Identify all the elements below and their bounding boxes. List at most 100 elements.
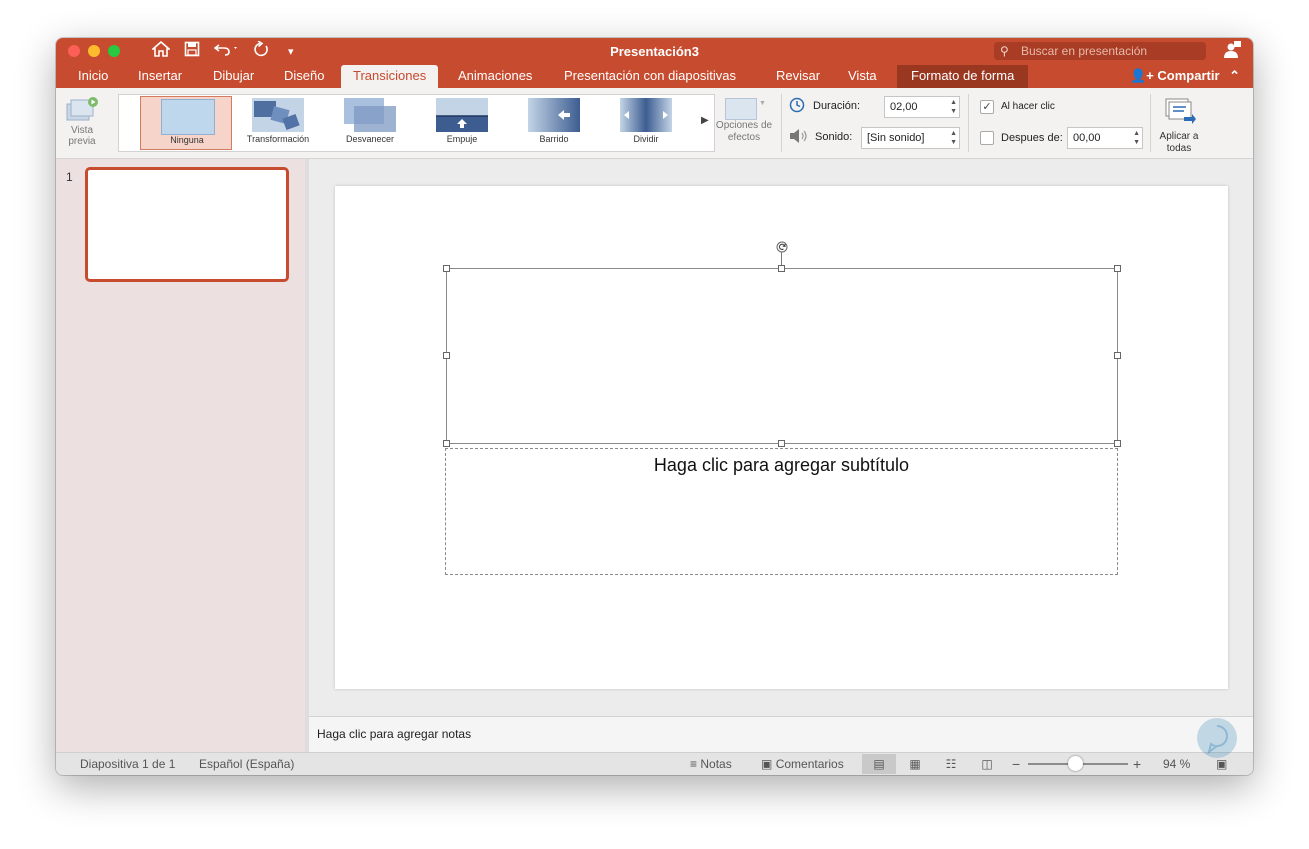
transition-thumb xyxy=(161,99,215,135)
status-bar: Diapositiva 1 de 1 Español (España) ≡ No… xyxy=(56,752,1253,775)
notes-pane[interactable]: Haga clic para agregar notas xyxy=(309,716,1253,753)
effect-options-icon xyxy=(725,98,757,120)
clock-icon xyxy=(789,97,805,118)
account-icon[interactable] xyxy=(1223,41,1241,64)
subtitle-placeholder[interactable]: Haga clic para agregar subtítulo xyxy=(445,448,1118,575)
tab-vista[interactable]: Vista xyxy=(836,65,889,88)
share-label: Compartir xyxy=(1157,68,1220,83)
tab-diseno[interactable]: Diseño xyxy=(272,65,336,88)
resize-handle[interactable] xyxy=(1114,265,1121,272)
after-stepper[interactable]: ▲ ▼ xyxy=(1133,129,1140,147)
tab-animaciones[interactable]: Animaciones xyxy=(446,65,544,88)
on-click-checkbox[interactable]: ✓ xyxy=(980,100,994,114)
share-icon: 👤+ xyxy=(1130,68,1154,83)
transition-barrido[interactable]: Barrido xyxy=(508,96,600,150)
apply-all-label: Aplicar a todas xyxy=(1159,131,1199,154)
slide-thumbnail[interactable] xyxy=(85,167,289,282)
slide-sorter-view-button[interactable]: ▦ xyxy=(898,754,932,774)
comment-icon: ▣ xyxy=(761,757,773,771)
resize-handle[interactable] xyxy=(778,440,785,447)
title-bar: ▾ Presentación3 ⚲ Buscar en presentación… xyxy=(56,38,1253,88)
gallery-more-arrow-icon[interactable]: ▶ xyxy=(701,115,709,126)
zoom-out-button[interactable]: − xyxy=(1012,753,1020,775)
slide-thumbnails-pane: 1 xyxy=(56,159,305,752)
after-value: 00,00 xyxy=(1073,132,1101,144)
duration-stepper[interactable]: ▲ ▼ xyxy=(950,98,957,116)
resize-handle[interactable] xyxy=(443,265,450,272)
transition-label: Dividir xyxy=(633,134,659,144)
slide-number: 1 xyxy=(66,170,73,184)
tab-revisar[interactable]: Revisar xyxy=(764,65,832,88)
powerpoint-window: ▾ Presentación3 ⚲ Buscar en presentación… xyxy=(56,38,1253,775)
comments-button[interactable]: ▣ Comentarios xyxy=(761,753,844,775)
slideshow-view-button[interactable]: ◫ xyxy=(970,754,1004,774)
sound-dropdown[interactable]: [Sin sonido] ▲ ▼ xyxy=(861,127,960,149)
slide-canvas: Haga clic para agregar subtítulo xyxy=(309,159,1253,716)
search-icon: ⚲ xyxy=(1000,44,1009,58)
tab-dibujar[interactable]: Dibujar xyxy=(201,65,266,88)
presenter-icon: ◫ xyxy=(981,757,993,771)
transition-label: Transformación xyxy=(246,134,310,144)
after-field[interactable]: 00,00 ▲ ▼ xyxy=(1067,127,1143,149)
transition-thumb xyxy=(252,98,304,132)
watermark-logo xyxy=(1197,718,1237,758)
transition-desvanecer[interactable]: Desvanecer xyxy=(324,96,416,150)
tab-insertar[interactable]: Insertar xyxy=(126,65,194,88)
transition-thumb xyxy=(528,98,580,132)
rotate-icon[interactable] xyxy=(776,240,788,258)
speaker-icon xyxy=(789,128,809,149)
slide-info: Diapositiva 1 de 1 xyxy=(80,757,176,771)
apply-all-button[interactable]: Aplicar a todas xyxy=(1156,94,1202,156)
book-icon: ☷ xyxy=(945,757,957,771)
resize-handle[interactable] xyxy=(1114,440,1121,447)
preview-button[interactable]: Vista previa xyxy=(62,94,102,154)
reading-view-button[interactable]: ☷ xyxy=(934,754,968,774)
after-checkbox[interactable] xyxy=(980,131,994,145)
zoom-slider-knob[interactable] xyxy=(1067,756,1083,771)
tab-inicio[interactable]: Inicio xyxy=(66,65,120,88)
duration-value: 02,00 xyxy=(890,101,918,113)
transition-thumb xyxy=(344,98,396,132)
effect-options-button[interactable]: ▼ Opciones de efectos xyxy=(716,96,774,156)
effect-options-label: Opciones de efectos xyxy=(715,120,773,143)
comments-label: Comentarios xyxy=(775,757,844,771)
normal-view-icon: ▤ xyxy=(873,757,885,771)
duration-label: Duración: xyxy=(813,100,861,112)
notes-toggle-label: Notas xyxy=(700,757,732,771)
resize-handle[interactable] xyxy=(443,440,450,447)
tab-transiciones[interactable]: Transiciones xyxy=(341,65,439,88)
notes-toggle-button[interactable]: ≡ Notas xyxy=(690,753,732,775)
notes-placeholder: Haga clic para agregar notas xyxy=(317,727,472,741)
notes-icon: ≡ xyxy=(690,757,698,771)
transition-transformacion[interactable]: Transformación xyxy=(232,96,324,150)
transition-ninguna[interactable]: Ninguna xyxy=(140,96,232,150)
transition-label: Barrido xyxy=(539,134,569,144)
transition-dividir[interactable]: Dividir xyxy=(600,96,692,150)
language-status[interactable]: Español (España) xyxy=(199,753,294,775)
subtitle-placeholder-text: Haga clic para agregar subtítulo xyxy=(653,455,910,475)
normal-view-button[interactable]: ▤ xyxy=(862,754,896,774)
zoom-in-button[interactable]: + xyxy=(1133,753,1141,775)
resize-handle[interactable] xyxy=(443,352,450,359)
share-button[interactable]: 👤+ Compartir ⌃ xyxy=(1130,65,1240,87)
after-label: Despues de: xyxy=(1001,132,1063,144)
resize-handle[interactable] xyxy=(778,265,785,272)
grid-icon: ▦ xyxy=(909,757,921,771)
collapse-ribbon-icon[interactable]: ⌃ xyxy=(1229,68,1240,83)
resize-handle[interactable] xyxy=(1114,352,1121,359)
sound-value: [Sin sonido] xyxy=(867,132,925,144)
title-placeholder[interactable] xyxy=(446,268,1118,444)
duration-field[interactable]: 02,00 ▲ ▼ xyxy=(884,96,960,118)
preview-label: Vista previa xyxy=(68,125,96,147)
tab-presentacion[interactable]: Presentación con diapositivas xyxy=(552,65,748,88)
tab-formato-de-forma[interactable]: Formato de forma xyxy=(897,65,1029,88)
transition-label: Empuje xyxy=(446,134,478,144)
sound-dropdown-arrows-icon: ▲ ▼ xyxy=(950,130,957,146)
search-box[interactable]: ⚲ Buscar en presentación xyxy=(994,42,1206,60)
separator xyxy=(968,94,969,152)
slide[interactable]: Haga clic para agregar subtítulo xyxy=(335,186,1228,689)
separator xyxy=(1150,94,1151,152)
transition-empuje[interactable]: Empuje xyxy=(416,96,508,150)
transition-label: Ninguna xyxy=(170,135,204,145)
search-placeholder: Buscar en presentación xyxy=(1021,44,1148,58)
